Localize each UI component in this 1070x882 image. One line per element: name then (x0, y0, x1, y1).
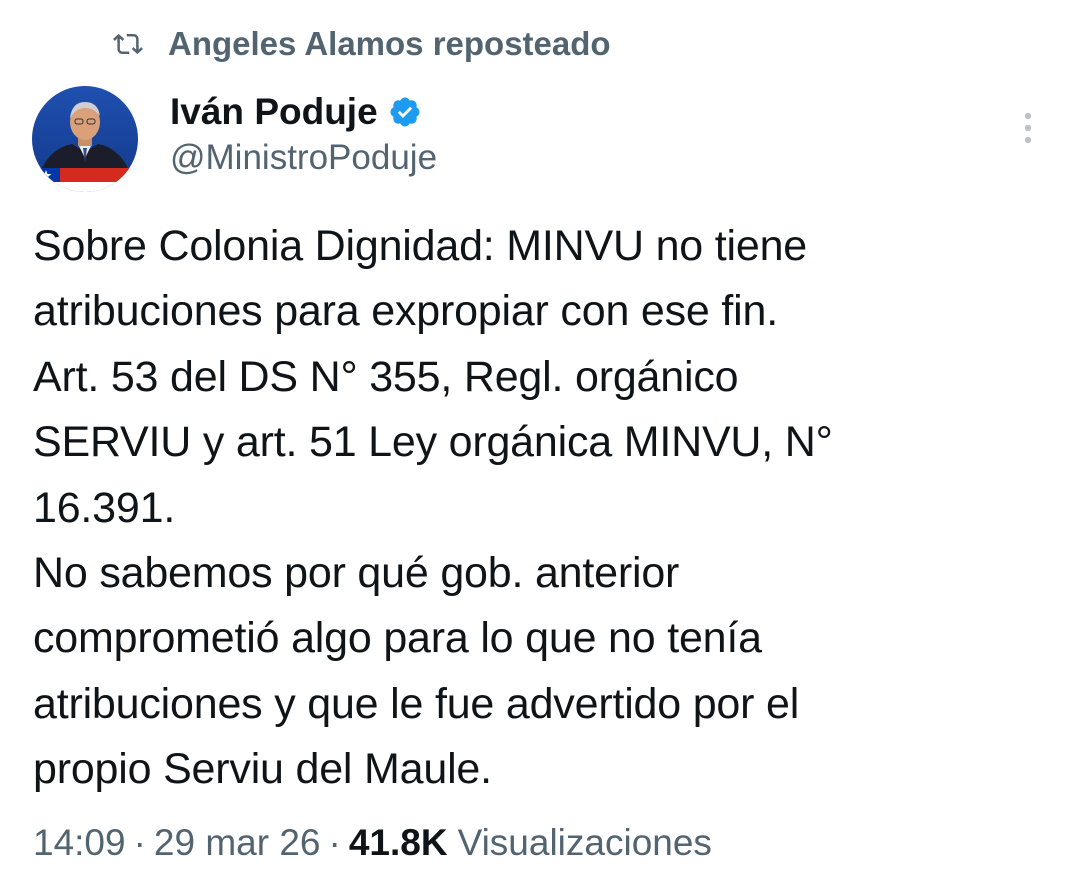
tweet-meta: 14:09 · 29 mar 26 · 41.8K Visualizacione… (33, 818, 712, 868)
tweet-date[interactable]: 29 mar 26 (154, 822, 321, 864)
repost-text[interactable]: Angeles Alamos reposteado (168, 25, 611, 63)
more-vertical-icon (1024, 112, 1032, 144)
repost-icon (108, 24, 148, 64)
more-options-button[interactable] (1010, 106, 1046, 150)
views-label[interactable]: Visualizaciones (458, 822, 712, 864)
author-handle[interactable]: @MinistroPoduje (170, 138, 437, 178)
avatar[interactable] (32, 86, 138, 192)
author-display-name[interactable]: Iván Poduje (170, 91, 378, 133)
views-count[interactable]: 41.8K (349, 822, 448, 864)
tweet-text: Sobre Colonia Dignidad: MINVU no tiene a… (33, 222, 833, 794)
verified-icon[interactable] (388, 94, 424, 130)
meta-separator: · (133, 822, 146, 863)
author-name-row: Iván Poduje (170, 88, 424, 136)
tweet-time[interactable]: 14:09 (33, 822, 126, 864)
meta-separator: · (328, 822, 341, 863)
repost-header[interactable]: Angeles Alamos reposteado (108, 22, 611, 66)
